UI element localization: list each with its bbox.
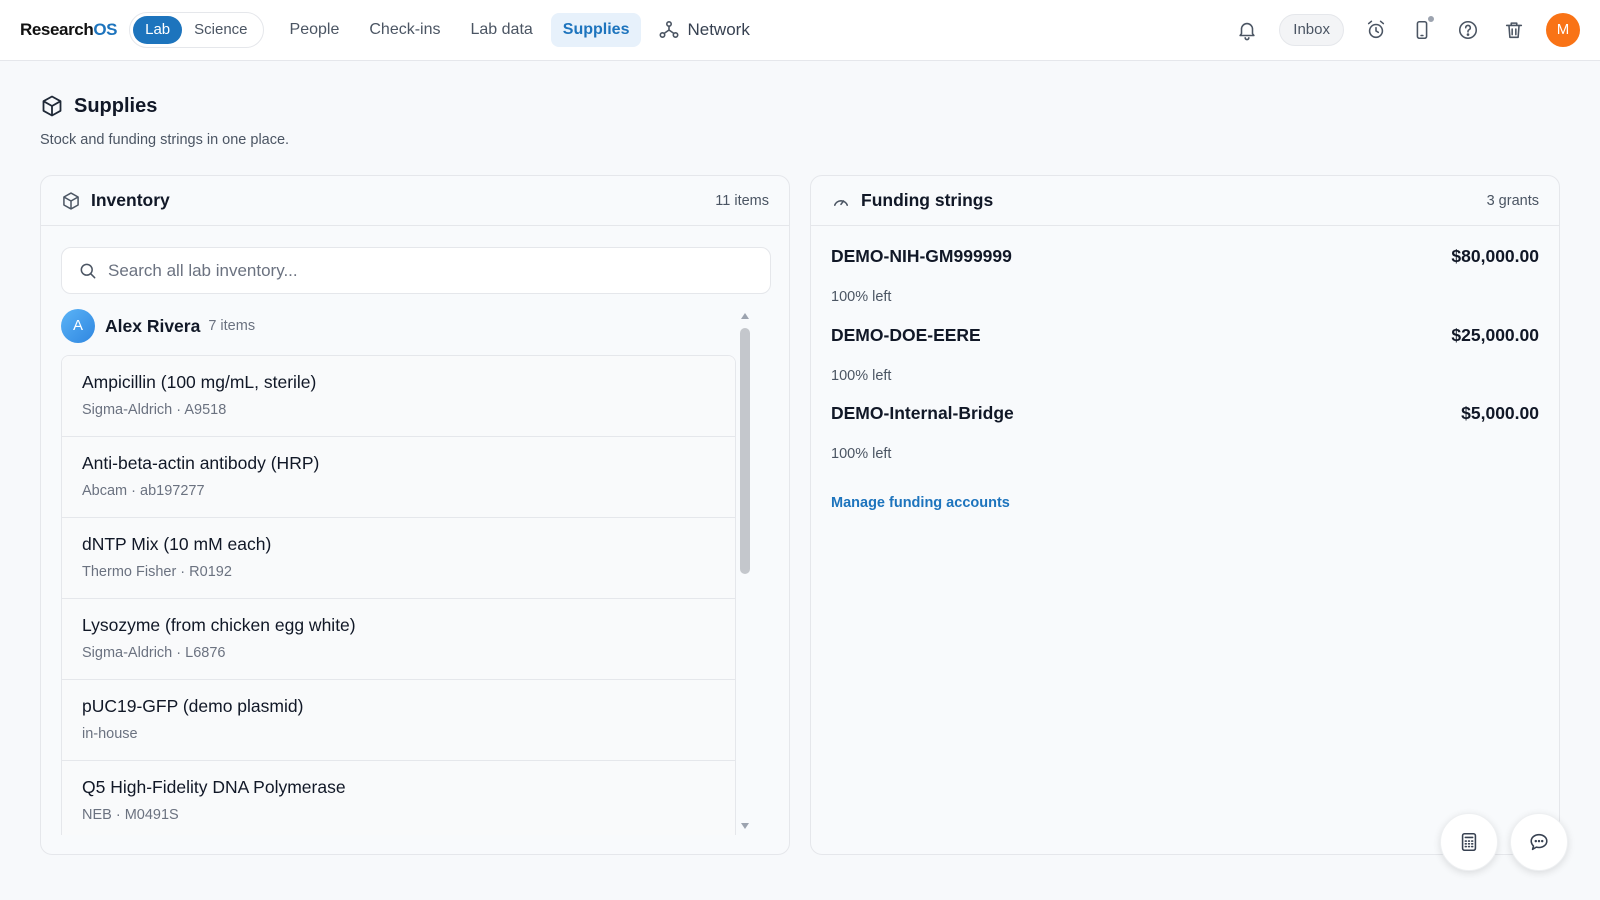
- item-name: Lysozyme (from chicken egg white): [82, 615, 356, 635]
- grant-row[interactable]: DEMO-DOE-EERE $25,000.00 100% left: [831, 325, 1539, 384]
- list-item[interactable]: Q5 High-Fidelity DNA Polymerase NEB · M0…: [62, 761, 735, 835]
- top-navigation-bar: ResearchOS Lab Science People Check-ins …: [0, 0, 1600, 61]
- item-meta: NEB · M0491S: [82, 807, 179, 823]
- inventory-scrollbar[interactable]: [738, 311, 752, 831]
- inventory-title: Inventory: [91, 190, 170, 210]
- funding-title: Funding strings: [861, 190, 994, 210]
- inventory-search[interactable]: [61, 247, 771, 294]
- page-title: Supplies: [74, 94, 158, 117]
- inventory-count: 11 items: [715, 192, 769, 209]
- item-name: pUC19-GFP (demo plasmid): [82, 696, 304, 716]
- list-item[interactable]: pUC19-GFP (demo plasmid) in-house: [62, 680, 735, 761]
- owner-item-count: 7 items: [208, 318, 256, 334]
- item-meta: Sigma-Aldrich · L6876: [82, 645, 226, 661]
- item-meta: Sigma-Aldrich · A9518: [82, 402, 227, 418]
- toggle-lab[interactable]: Lab: [133, 16, 183, 44]
- grant-remaining: 100% left: [831, 446, 892, 462]
- grant-amount: $5,000.00: [1461, 403, 1539, 423]
- chat-button[interactable]: [1510, 813, 1568, 871]
- grant-row[interactable]: DEMO-NIH-GM999999 $80,000.00 100% left: [831, 246, 1539, 305]
- page-header: Supplies Stock and funding strings in on…: [40, 94, 290, 149]
- item-name: Anti-beta-actin antibody (HRP): [82, 453, 320, 473]
- user-avatar[interactable]: M: [1546, 13, 1580, 47]
- scrollbar-thumb[interactable]: [740, 328, 750, 574]
- network-icon: [659, 20, 679, 40]
- item-meta: Thermo Fisher · R0192: [82, 564, 232, 580]
- grant-name: DEMO-NIH-GM999999: [831, 246, 1012, 266]
- grant-name: DEMO-DOE-EERE: [831, 325, 981, 345]
- top-right-actions: Inbox M: [1233, 13, 1580, 47]
- lab-science-toggle: Lab Science: [129, 12, 264, 48]
- grant-name: DEMO-Internal-Bridge: [831, 403, 1014, 423]
- bell-icon[interactable]: [1233, 16, 1261, 44]
- item-meta: Abcam · ab197277: [82, 483, 205, 499]
- scroll-up-arrow-icon[interactable]: [740, 311, 750, 321]
- funding-card: Funding strings 3 grants DEMO-NIH-GM9999…: [810, 175, 1560, 855]
- nav-check-ins[interactable]: Check-ins: [357, 13, 452, 47]
- logo-text-accent: OS: [93, 20, 118, 39]
- app-logo[interactable]: ResearchOS: [20, 20, 118, 40]
- owner-name: Alex Rivera: [105, 315, 201, 336]
- owner-group-header[interactable]: A Alex Rivera 7 items: [61, 309, 255, 343]
- inventory-list: Ampicillin (100 mg/mL, sterile) Sigma-Al…: [61, 355, 736, 835]
- help-icon[interactable]: [1454, 16, 1482, 44]
- grant-remaining: 100% left: [831, 289, 892, 305]
- item-name: dNTP Mix (10 mM each): [82, 534, 272, 554]
- cube-icon: [40, 94, 64, 118]
- search-input[interactable]: [108, 260, 754, 281]
- nav-network[interactable]: Network: [647, 13, 761, 47]
- grant-row[interactable]: DEMO-Internal-Bridge $5,000.00 100% left: [831, 403, 1539, 462]
- scroll-down-arrow-icon[interactable]: [740, 821, 750, 831]
- trash-icon[interactable]: [1500, 16, 1528, 44]
- funding-header: Funding strings 3 grants: [811, 176, 1559, 226]
- device-status-dot: [1427, 15, 1435, 23]
- search-icon: [78, 261, 98, 281]
- page-subtitle: Stock and funding strings in one place.: [40, 132, 290, 148]
- nav-network-label: Network: [687, 20, 750, 39]
- item-name: Q5 High-Fidelity DNA Polymerase: [82, 777, 346, 797]
- list-item[interactable]: Ampicillin (100 mg/mL, sterile) Sigma-Al…: [62, 356, 735, 437]
- item-name: Ampicillin (100 mg/mL, sterile): [82, 372, 317, 392]
- calculator-button[interactable]: [1440, 813, 1498, 871]
- nav-supplies[interactable]: Supplies: [550, 13, 642, 47]
- calculator-icon: [1458, 831, 1480, 853]
- inventory-card: Inventory 11 items A Alex Rivera 7 items…: [40, 175, 790, 855]
- nav-people[interactable]: People: [278, 13, 352, 47]
- list-item[interactable]: Lysozyme (from chicken egg white) Sigma-…: [62, 599, 735, 680]
- inbox-button[interactable]: Inbox: [1279, 14, 1344, 46]
- owner-avatar: A: [61, 309, 95, 343]
- grant-amount: $80,000.00: [1451, 246, 1539, 266]
- grant-remaining: 100% left: [831, 368, 892, 384]
- toggle-science[interactable]: Science: [182, 16, 259, 44]
- list-item[interactable]: dNTP Mix (10 mM each) Thermo Fisher · R0…: [62, 518, 735, 599]
- list-item[interactable]: Anti-beta-actin antibody (HRP) Abcam · a…: [62, 437, 735, 518]
- alarm-clock-icon[interactable]: [1362, 16, 1390, 44]
- item-meta: in-house: [82, 726, 138, 742]
- inventory-header: Inventory 11 items: [41, 176, 789, 226]
- cube-icon: [61, 191, 81, 211]
- phone-icon[interactable]: [1408, 15, 1436, 44]
- manage-funding-link[interactable]: Manage funding accounts: [831, 495, 1010, 511]
- nav-lab-data[interactable]: Lab data: [459, 13, 545, 47]
- grant-amount: $25,000.00: [1451, 325, 1539, 345]
- funding-count: 3 grants: [1486, 192, 1539, 209]
- logo-text-main: Research: [20, 20, 94, 39]
- chat-icon: [1528, 831, 1550, 853]
- gauge-icon: [831, 191, 851, 211]
